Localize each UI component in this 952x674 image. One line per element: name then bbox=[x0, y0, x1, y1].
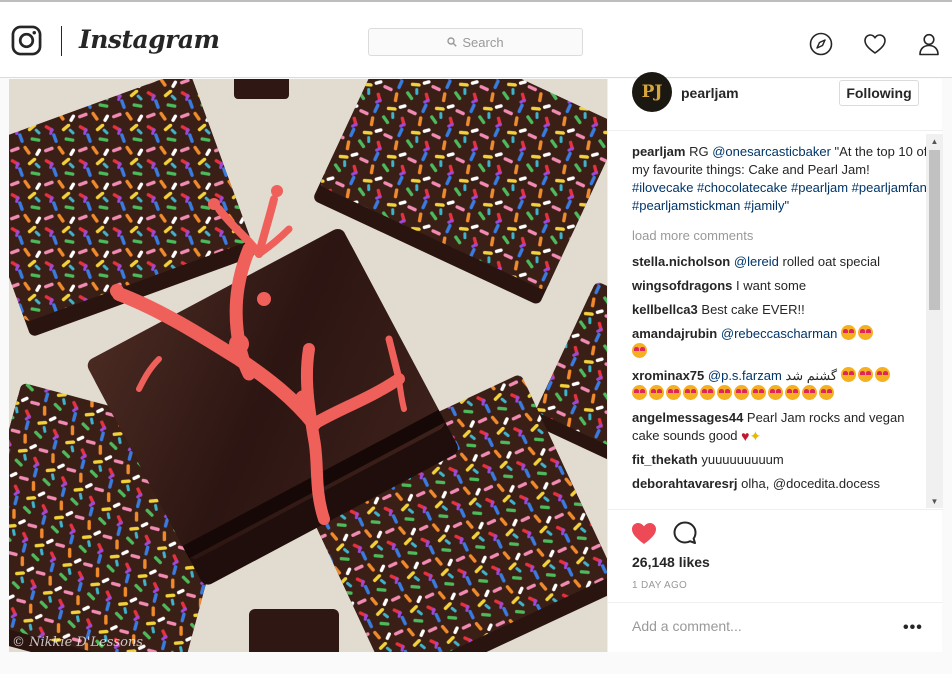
post-timestamp[interactable]: 1 DAY AGO bbox=[632, 580, 687, 591]
comment-username[interactable]: angelmessages44 bbox=[632, 410, 743, 425]
heart-eyes-emoji-icon bbox=[649, 385, 664, 400]
caption-username[interactable]: pearljam bbox=[632, 144, 685, 159]
heart-eyes-emoji-icon bbox=[819, 385, 834, 400]
comment-text: rolled oat special bbox=[778, 254, 881, 269]
heart-eyes-emoji-icon bbox=[841, 325, 857, 340]
scroll-up-arrow-icon[interactable]: ▲ bbox=[926, 134, 943, 148]
comment-username[interactable]: kellbellca3 bbox=[632, 302, 698, 317]
comment-username[interactable]: wingsofdragons bbox=[632, 278, 732, 293]
comment-mention[interactable]: @rebeccascharman bbox=[721, 326, 838, 341]
more-options-icon[interactable]: ••• bbox=[903, 619, 923, 637]
heart-icon[interactable] bbox=[863, 32, 887, 56]
comment-item: amandajrubin @rebeccascharman bbox=[632, 325, 928, 361]
comment-item: stella.nicholson @lereid rolled oat spec… bbox=[632, 253, 928, 271]
like-heart-icon[interactable] bbox=[630, 520, 658, 546]
instagram-logo-icon[interactable] bbox=[11, 25, 42, 56]
comment-username[interactable]: amandajrubin bbox=[632, 326, 717, 341]
comment-text: olha, @docedita.docess bbox=[737, 476, 881, 491]
comment-text: گشنم شد bbox=[781, 368, 838, 383]
heart-eyes-emoji-icon bbox=[683, 385, 698, 400]
comments-list: pearljam RG @onesarcasticbaker "At the t… bbox=[632, 143, 928, 508]
comment-text: I want some bbox=[732, 278, 807, 293]
heart-eyes-emoji-icon bbox=[768, 385, 783, 400]
search-icon bbox=[447, 37, 458, 47]
comment-username[interactable]: deborahtavaresrj bbox=[632, 476, 738, 491]
comment-mention[interactable]: @lereid bbox=[734, 254, 779, 269]
post-photo[interactable]: © Nikkie D'Lessons bbox=[9, 79, 607, 652]
heart-eyes-emoji-icon bbox=[666, 385, 681, 400]
user-icon[interactable] bbox=[917, 32, 941, 56]
heart-eyes-emoji-icon bbox=[802, 385, 817, 400]
compass-icon[interactable] bbox=[809, 32, 833, 56]
comment-item: deborahtavaresrj olha, @docedita.docess bbox=[632, 475, 928, 493]
likes-count[interactable]: 26,148 likes bbox=[632, 554, 710, 570]
heart-eyes-emoji-icon bbox=[632, 343, 647, 358]
comment-mention[interactable]: @p.s.farzam bbox=[708, 368, 782, 383]
caption: pearljam RG @onesarcasticbaker "At the t… bbox=[632, 143, 928, 215]
top-nav-bar: Instagram Search bbox=[0, 2, 952, 78]
instagram-wordmark[interactable]: Instagram bbox=[79, 25, 220, 54]
heart-eyes-emoji-icon bbox=[840, 367, 856, 382]
heart-eyes-emoji-icon bbox=[857, 367, 873, 382]
sparkle-emoji-icon: ✦ bbox=[749, 428, 762, 444]
comment-item: xrominax75 @p.s.farzam گشنم شد bbox=[632, 367, 928, 403]
comment-bubble-icon[interactable] bbox=[672, 520, 698, 546]
caption-text-prefix: RG bbox=[689, 144, 713, 159]
comment-username[interactable]: fit_thekath bbox=[632, 452, 698, 467]
post-actions: 26,148 likes 1 DAY AGO ••• bbox=[608, 509, 943, 652]
comment-item: kellbellca3 Best cake EVER!! bbox=[632, 301, 928, 319]
post-owner-header: PJ pearljam Following bbox=[608, 72, 943, 131]
heart-eyes-emoji-icon bbox=[858, 325, 874, 340]
comment-text: Best cake EVER!! bbox=[697, 302, 805, 317]
search-placeholder: Search bbox=[462, 34, 504, 50]
heart-eyes-emoji-icon bbox=[632, 385, 647, 400]
owner-avatar[interactable]: PJ bbox=[632, 72, 672, 112]
following-button[interactable]: Following bbox=[839, 80, 919, 106]
post-details-panel: PJ pearljam Following pearljam RG @onesa… bbox=[607, 72, 943, 652]
comment-item: fit_thekath yuuuuuuuuum bbox=[632, 451, 928, 469]
cake-photo-illustration bbox=[9, 79, 607, 652]
heart-eyes-emoji-icon bbox=[874, 367, 890, 382]
comment-item: angelmessages44 Pearl Jam rocks and vega… bbox=[632, 409, 928, 445]
comment-item: wingsofdragons I want some bbox=[632, 277, 928, 295]
heart-eyes-emoji-icon bbox=[700, 385, 715, 400]
caption-hashtags[interactable]: #ilovecake #chocolatecake #pearljam #pea… bbox=[632, 180, 927, 213]
add-comment-bar: ••• bbox=[608, 602, 943, 653]
photo-watermark: © Nikkie D'Lessons bbox=[12, 635, 143, 650]
scrollbar-thumb[interactable] bbox=[929, 150, 940, 310]
logo-divider bbox=[61, 26, 62, 56]
caption-mention[interactable]: @onesarcasticbaker bbox=[712, 144, 831, 159]
scroll-down-arrow-icon[interactable]: ▼ bbox=[926, 494, 943, 508]
heart-eyes-emoji-icon bbox=[785, 385, 800, 400]
add-comment-input[interactable] bbox=[632, 618, 892, 634]
heart-eyes-emoji-icon bbox=[717, 385, 732, 400]
search-input[interactable]: Search bbox=[368, 28, 583, 56]
owner-username[interactable]: pearljam bbox=[681, 85, 739, 101]
broken-heart-emoji-icon: ♥ bbox=[741, 428, 750, 444]
comment-username[interactable]: stella.nicholson bbox=[632, 254, 730, 269]
heart-eyes-emoji-icon bbox=[751, 385, 766, 400]
comments-scrollbar[interactable]: ▲ ▼ bbox=[926, 134, 943, 508]
heart-eyes-emoji-icon bbox=[734, 385, 749, 400]
comment-text: yuuuuuuuuum bbox=[697, 452, 784, 467]
load-more-comments-link[interactable]: load more comments bbox=[632, 227, 928, 245]
comment-username[interactable]: xrominax75 bbox=[632, 368, 704, 383]
